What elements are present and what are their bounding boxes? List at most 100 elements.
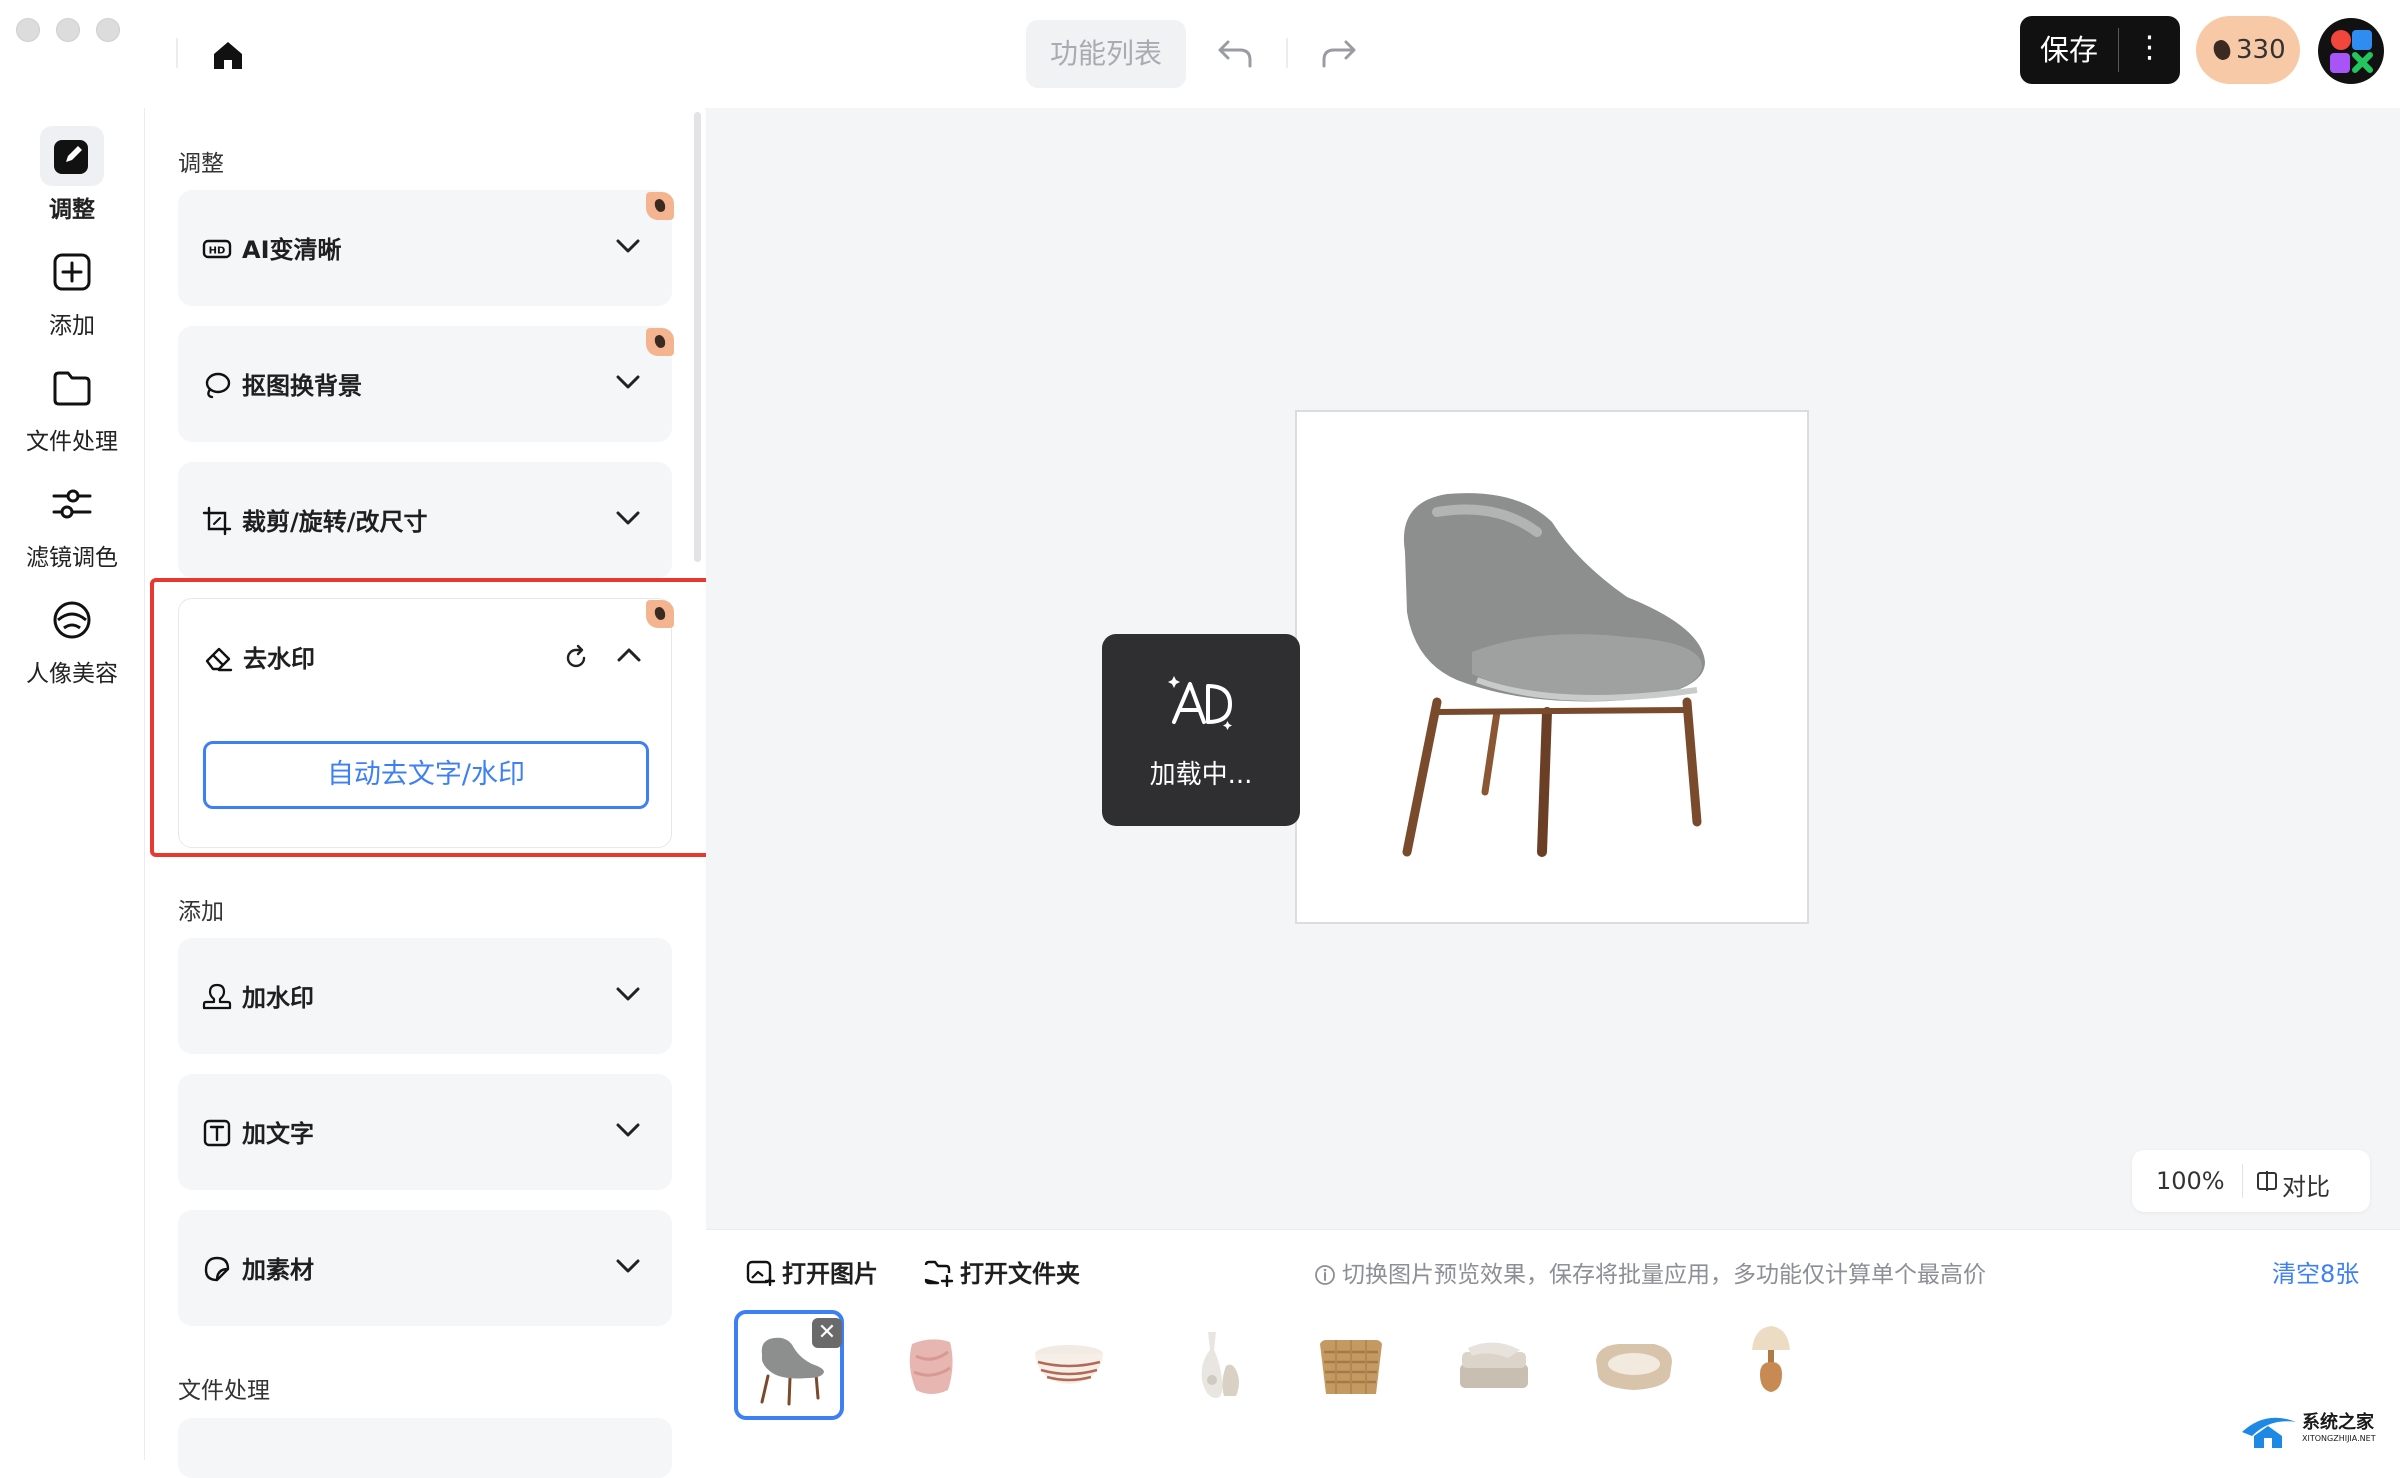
save-button[interactable]: 保存 bbox=[2020, 16, 2118, 84]
site-domain: XITONGZHIJIA.NET bbox=[2302, 1434, 2376, 1443]
highlight-annotation bbox=[150, 578, 728, 857]
app-logo-icon bbox=[2330, 30, 2373, 73]
zoom-level[interactable]: 100% bbox=[2156, 1167, 2225, 1195]
folder-icon bbox=[53, 371, 91, 406]
save-more-button[interactable]: ⋮ bbox=[2119, 16, 2180, 84]
tool-card-crop[interactable]: 裁剪/旋转/改尺寸 bbox=[178, 462, 672, 578]
chevron-down-icon bbox=[616, 375, 640, 389]
tool-label: 加水印 bbox=[242, 984, 314, 1012]
tool-label: 加文字 bbox=[242, 1120, 314, 1148]
vases-thumb-image bbox=[1201, 1332, 1239, 1398]
nav-label: 滤镜调色 bbox=[26, 545, 118, 571]
open-image-button[interactable]: 打开图片 bbox=[746, 1254, 878, 1289]
lasso-icon bbox=[205, 372, 231, 399]
open-image-label: 打开图片 bbox=[782, 1260, 878, 1288]
tool-card-ai-clear[interactable]: HD AI变清晰 bbox=[178, 190, 672, 306]
divider bbox=[1286, 38, 1288, 68]
tray-hint: 切换图片预览效果，保存将批量应用，多功能仅计算单个最高价 bbox=[1314, 1255, 1986, 1289]
tool-label: 抠图换背景 bbox=[242, 372, 362, 400]
nav-label: 人像美容 bbox=[26, 661, 118, 687]
plus-square-icon bbox=[53, 253, 91, 291]
tool-card-add-material[interactable]: 加素材 bbox=[178, 1210, 672, 1326]
redo-button[interactable] bbox=[1318, 36, 1358, 72]
hd-icon: HD bbox=[202, 239, 232, 259]
chevron-down-icon bbox=[616, 239, 640, 253]
house-logo-icon bbox=[2242, 1417, 2296, 1448]
edit-icon bbox=[54, 140, 88, 174]
thumbnail-striped-bowl[interactable] bbox=[1014, 1310, 1124, 1420]
thumbnail-pet-bed[interactable] bbox=[1578, 1310, 1688, 1420]
panel-scrollbar[interactable] bbox=[694, 112, 701, 562]
tool-label: AI变清晰 bbox=[242, 236, 342, 264]
loading-overlay: 加载中... bbox=[1102, 634, 1300, 826]
window-minimize-button[interactable] bbox=[56, 18, 80, 42]
face-icon bbox=[53, 601, 91, 639]
compare-button[interactable]: 对比 bbox=[2256, 1162, 2356, 1201]
section-title-file: 文件处理 bbox=[178, 1378, 270, 1404]
home-button[interactable] bbox=[208, 35, 248, 75]
save-group: 保存 ⋮ bbox=[2020, 16, 2180, 84]
blanket-thumb-image bbox=[1460, 1342, 1528, 1388]
open-folder-button[interactable]: 打开文件夹 bbox=[924, 1254, 1080, 1289]
stamp-icon bbox=[202, 983, 232, 1010]
credits-badge[interactable]: 330 bbox=[2196, 16, 2300, 84]
paid-badge-icon bbox=[646, 192, 674, 220]
thumbnail-pink-vase[interactable] bbox=[876, 1310, 986, 1420]
svg-text:HD: HD bbox=[209, 246, 226, 257]
seed-icon bbox=[2211, 37, 2233, 63]
crop-icon bbox=[202, 506, 232, 536]
compare-label: 对比 bbox=[2282, 1173, 2330, 1201]
chevron-down-icon bbox=[616, 511, 640, 525]
title-bar: 功能列表 保存 ⋮ 330 bbox=[0, 0, 2400, 109]
open-folder-label: 打开文件夹 bbox=[960, 1260, 1080, 1288]
lamp-thumb-image bbox=[1752, 1326, 1790, 1392]
chevron-down-icon bbox=[616, 987, 640, 1001]
tool-label: 裁剪/旋转/改尺寸 bbox=[242, 508, 428, 536]
undo-icon bbox=[1218, 40, 1252, 68]
home-icon bbox=[214, 42, 242, 69]
section-title-adjust: 调整 bbox=[178, 151, 224, 177]
nav-label: 添加 bbox=[49, 313, 95, 339]
section-title-add: 添加 bbox=[178, 899, 224, 925]
credits-count: 330 bbox=[2236, 35, 2286, 65]
thumbnail-folded-blanket[interactable] bbox=[1438, 1310, 1548, 1420]
thumbnail-table-lamp[interactable] bbox=[1716, 1310, 1826, 1420]
tool-card-cutout[interactable]: 抠图换背景 bbox=[178, 326, 672, 442]
preview-image bbox=[1295, 410, 1809, 924]
thumbnail-wicker-basket[interactable] bbox=[1296, 1310, 1406, 1420]
tool-card-file[interactable] bbox=[178, 1418, 672, 1478]
clear-all-button[interactable]: 清空8张 bbox=[2272, 1254, 2359, 1289]
site-watermark: 系统之家 XITONGZHIJIA.NET bbox=[2240, 1404, 2390, 1454]
nav-label: 调整 bbox=[49, 197, 95, 223]
pet-bed-thumb-image bbox=[1596, 1344, 1672, 1390]
remove-thumbnail-button[interactable]: ✕ bbox=[812, 1318, 842, 1348]
window-close-button[interactable] bbox=[16, 18, 40, 42]
info-icon bbox=[1315, 1265, 1335, 1285]
chevron-down-icon bbox=[616, 1123, 640, 1137]
vase-thumb-image bbox=[909, 1339, 953, 1394]
tool-label: 加素材 bbox=[242, 1256, 314, 1284]
window-zoom-button[interactable] bbox=[96, 18, 120, 42]
divider bbox=[176, 38, 178, 68]
sliders-icon bbox=[52, 489, 92, 519]
avatar[interactable] bbox=[2318, 18, 2384, 84]
feature-list-button[interactable]: 功能列表 bbox=[1026, 20, 1186, 88]
folder-add-icon bbox=[924, 1260, 954, 1288]
tool-card-add-text[interactable]: 加文字 bbox=[178, 1074, 672, 1190]
chevron-down-icon bbox=[616, 1259, 640, 1273]
chair-image bbox=[1402, 493, 1705, 857]
bowl-thumb-image bbox=[1035, 1345, 1103, 1384]
tray-hint-text: 切换图片预览效果，保存将批量应用，多功能仅计算单个最高价 bbox=[1342, 1262, 1986, 1288]
ai-sparkle-icon bbox=[1168, 676, 1232, 730]
tool-card-add-watermark[interactable]: 加水印 bbox=[178, 938, 672, 1054]
nav-label: 文件处理 bbox=[26, 429, 118, 455]
paid-badge-icon bbox=[646, 328, 674, 356]
compare-icon bbox=[2257, 1171, 2277, 1191]
divider bbox=[2242, 1164, 2243, 1198]
thumbnail-white-vases[interactable] bbox=[1160, 1310, 1270, 1420]
redo-icon bbox=[1322, 40, 1356, 68]
image-add-icon bbox=[746, 1260, 776, 1287]
undo-button[interactable] bbox=[1216, 36, 1256, 72]
zoom-compare-control: 100% 对比 bbox=[2132, 1150, 2370, 1212]
text-box-icon bbox=[203, 1119, 231, 1147]
